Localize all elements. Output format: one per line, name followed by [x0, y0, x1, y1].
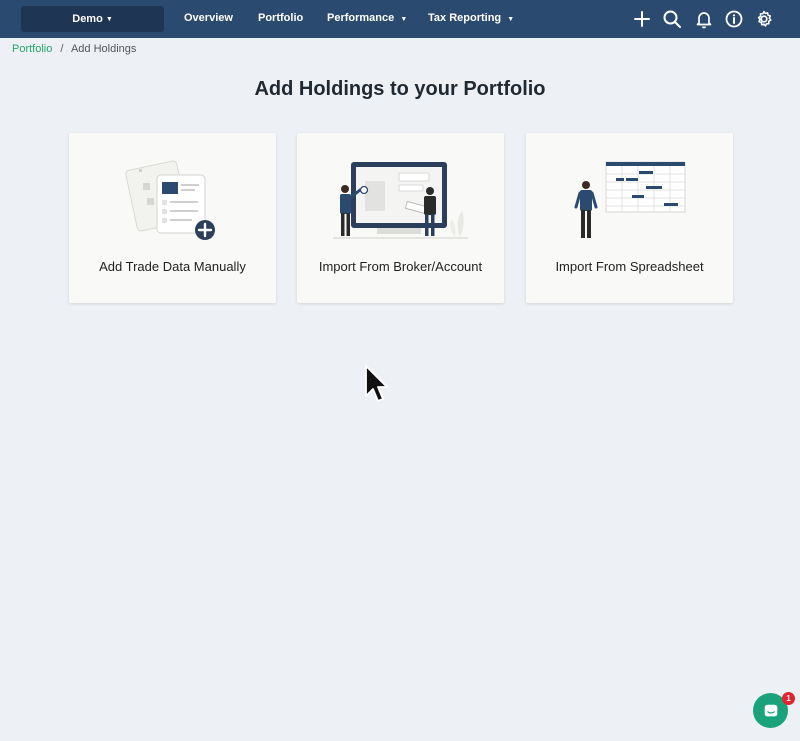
nav-portfolio[interactable]: Portfolio — [258, 12, 303, 24]
nav-tax-reporting[interactable]: Tax Reporting ▼ — [428, 12, 514, 24]
nav-tax-reporting-label: Tax Reporting — [428, 12, 502, 24]
card-label: Add Trade Data Manually — [99, 259, 246, 274]
broker-import-illustration — [297, 153, 504, 248]
card-add-trade-manually[interactable]: Add Trade Data Manually — [69, 133, 276, 303]
gear-icon[interactable] — [754, 9, 774, 29]
plus-icon[interactable] — [632, 9, 652, 29]
chevron-down-icon: ▼ — [105, 15, 113, 23]
nav-overview[interactable]: Overview — [184, 12, 233, 24]
card-import-broker[interactable]: Import From Broker/Account — [297, 133, 504, 303]
nav-portfolio-label: Portfolio — [258, 12, 304, 24]
chevron-down-icon: ▼ — [507, 16, 515, 23]
portfolio-select[interactable]: Demo ▼ — [21, 6, 164, 32]
breadcrumb-portfolio-link[interactable]: Portfolio — [12, 43, 52, 55]
bell-icon[interactable] — [694, 9, 714, 29]
spreadsheet-import-illustration — [526, 153, 733, 248]
breadcrumb-current: Add Holdings — [70, 43, 137, 55]
chevron-down-icon: ▼ — [400, 16, 408, 23]
search-icon[interactable] — [662, 9, 682, 29]
notification-badge: 1 — [782, 692, 795, 705]
card-import-spreadsheet[interactable]: Import From Spreadsheet — [526, 133, 733, 303]
top-navbar: Demo ▼ Overview Portfolio Performance ▼ … — [0, 0, 800, 38]
portfolio-select-label: Demo — [72, 13, 103, 25]
chat-icon — [764, 704, 777, 716]
breadcrumb: Portfolio / Add Holdings — [12, 43, 136, 55]
nav-performance[interactable]: Performance ▼ — [327, 12, 407, 24]
card-label: Import From Broker/Account — [318, 259, 483, 274]
nav-overview-label: Overview — [184, 12, 233, 24]
nav-performance-label: Performance — [327, 12, 395, 24]
breadcrumb-separator: / — [60, 43, 64, 55]
info-icon[interactable] — [724, 9, 744, 29]
manual-entry-illustration — [69, 153, 276, 248]
card-label: Import From Spreadsheet — [555, 259, 704, 274]
page-title: Add Holdings to your Portfolio — [254, 78, 546, 100]
mouse-cursor-icon — [363, 364, 389, 406]
